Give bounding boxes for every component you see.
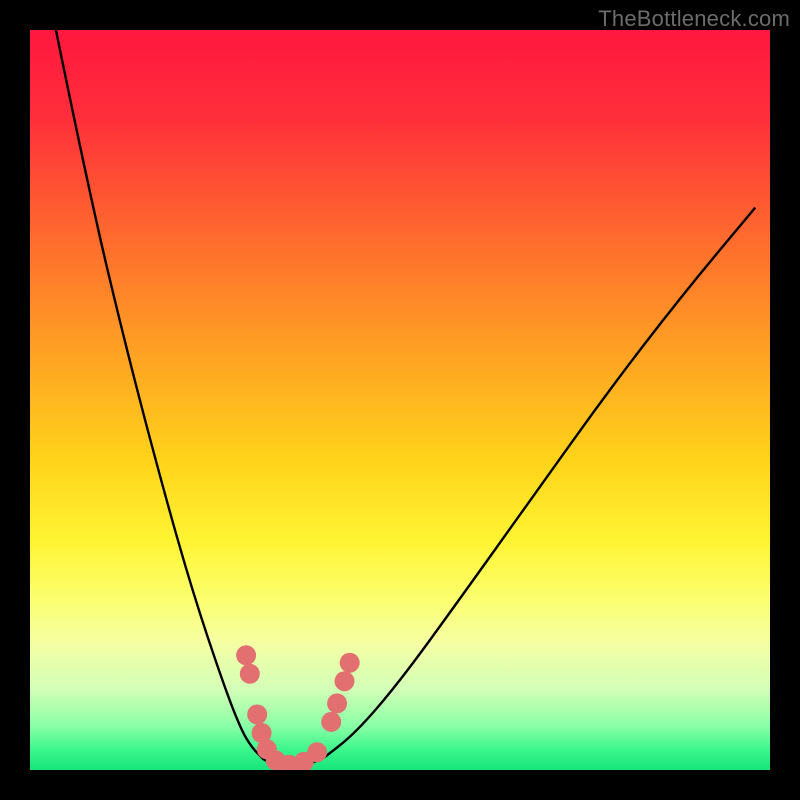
curve-marker <box>335 671 355 691</box>
bottleneck-curve <box>30 30 770 770</box>
curve-marker <box>236 645 256 665</box>
watermark-text: TheBottleneck.com <box>598 6 790 32</box>
curve-marker <box>321 712 341 732</box>
curve-marker <box>307 742 327 762</box>
curve-marker <box>247 705 267 725</box>
curve-marker <box>340 653 360 673</box>
v-curve-line <box>56 30 755 767</box>
curve-marker <box>327 693 347 713</box>
plot-area <box>30 30 770 770</box>
chart-frame: TheBottleneck.com <box>0 0 800 800</box>
curve-marker <box>240 664 260 684</box>
